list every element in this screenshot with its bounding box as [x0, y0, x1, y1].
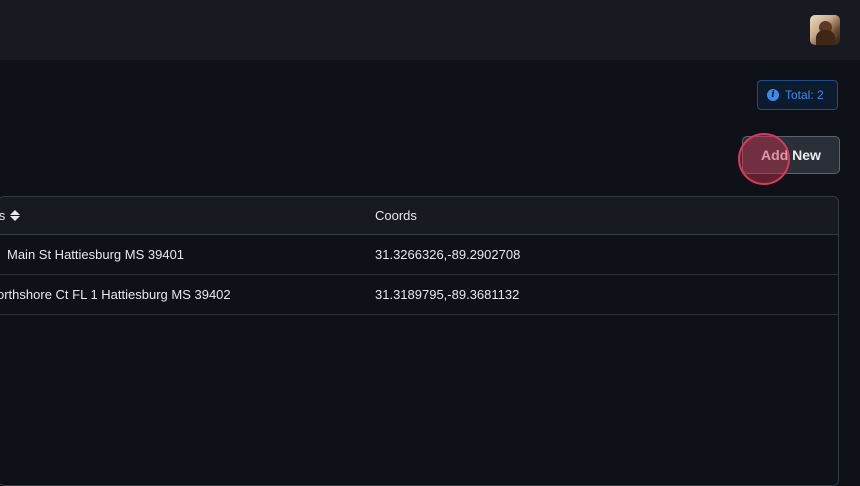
- total-label: Total: 2: [785, 88, 824, 102]
- table-row[interactable]: orthshore Ct FL 1 Hattiesburg MS 39402 3…: [0, 275, 838, 315]
- top-bar: [0, 0, 860, 60]
- table-row[interactable]: Main St Hattiesburg MS 39401 31.3266326,…: [0, 235, 838, 275]
- address-cell: Main St Hattiesburg MS 39401: [7, 247, 185, 262]
- avatar-dog-body: [816, 30, 835, 45]
- column-header-coords: Coords: [375, 208, 417, 223]
- column-header-address[interactable]: ess: [0, 197, 21, 234]
- address-cell: orthshore Ct FL 1 Hattiesburg MS 39402: [0, 287, 231, 302]
- locations-table: ess Coords Main St Hattiesburg MS 39401 …: [0, 196, 839, 486]
- info-icon: i: [767, 89, 779, 101]
- total-badge: i Total: 2: [757, 80, 838, 110]
- coords-cell: 31.3189795,-89.3681132: [375, 287, 520, 302]
- column-header-address-label: ess: [0, 208, 5, 223]
- add-new-button[interactable]: Add New: [742, 136, 840, 174]
- user-avatar[interactable]: [810, 15, 840, 45]
- table-header: ess Coords: [0, 197, 838, 235]
- sort-icon[interactable]: [10, 210, 21, 221]
- main-content: i Total: 2 Add New ess Coords Main St Ha…: [0, 60, 860, 486]
- coords-cell: 31.3266326,-89.2902708: [375, 247, 521, 262]
